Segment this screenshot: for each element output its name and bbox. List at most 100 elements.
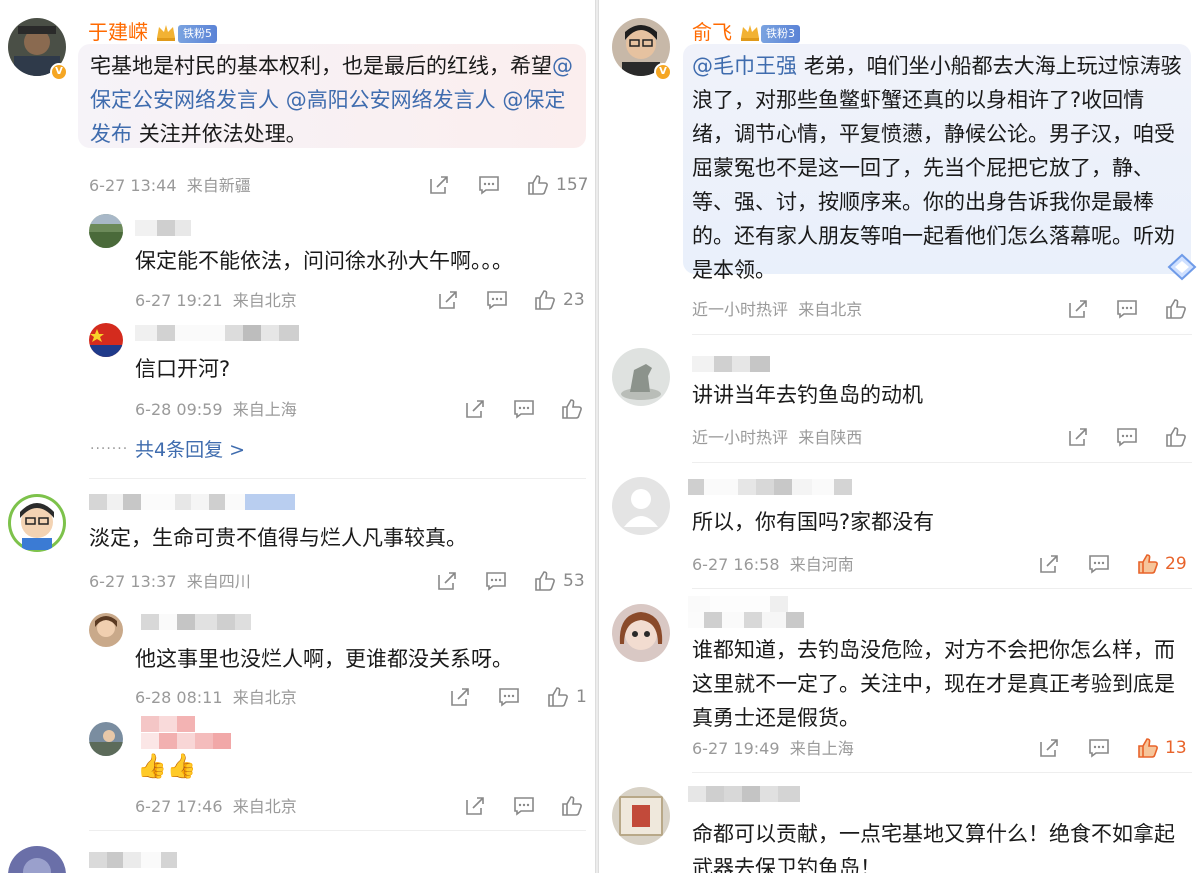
like-icon[interactable] [533, 288, 557, 312]
divider [692, 334, 1192, 335]
avatar[interactable] [8, 494, 66, 552]
timestamp: 6-27 13:44 [89, 176, 177, 195]
divider [692, 588, 1192, 589]
location: 来自四川 [186, 572, 251, 591]
comment-text-body: 关注并依法处理。 [138, 122, 307, 146]
comment-meta: 6-28 09:59 来自上海 [135, 400, 297, 420]
left-comment-panel: V 于建嵘 铁粉5 宅基地是村民的基本权利，也是最后的红线，希望@保定公安网络发… [0, 0, 596, 873]
timestamp: 6-27 19:21 [135, 291, 223, 310]
like-icon[interactable] [1136, 736, 1160, 760]
blurred-username [89, 852, 177, 868]
like-count: 157 [556, 175, 589, 195]
comment-icon[interactable] [1115, 297, 1139, 321]
comment-icon[interactable] [1087, 552, 1111, 576]
username[interactable]: 于建嵘 [88, 20, 148, 44]
comment-text: 淡定，生命可贵不值得与烂人凡事较真。 [89, 526, 467, 550]
avatar[interactable] [89, 323, 123, 357]
mention-link[interactable]: @毛巾王强 [692, 54, 797, 78]
comment-icon[interactable] [477, 173, 501, 197]
avatar[interactable] [89, 613, 123, 647]
avatar[interactable] [8, 846, 66, 873]
like-icon[interactable] [1164, 297, 1188, 321]
comment-text-body: 宅基地是村民的基本权利，也是最后的红线，希望 [90, 54, 552, 78]
timestamp: 6-28 09:59 [135, 400, 223, 419]
location: 来自北京 [232, 688, 297, 707]
avatar[interactable] [612, 604, 670, 662]
share-icon[interactable] [1066, 297, 1090, 321]
like-icon[interactable] [546, 685, 570, 709]
thumbs-up-emoji: 👍👍 [137, 752, 197, 780]
comment-icon[interactable] [512, 794, 536, 818]
like-icon[interactable] [560, 794, 584, 818]
like-icon[interactable] [1164, 425, 1188, 449]
like-count: 29 [1165, 554, 1187, 574]
comment-meta: 6-27 19:21 来自北京 [135, 291, 297, 311]
comment-text: 讲讲当年去钓鱼岛的动机 [692, 383, 923, 407]
fan-badge: 铁粉3 [761, 25, 800, 43]
avatar[interactable] [612, 348, 670, 406]
blurred-username [688, 786, 800, 802]
like-count: 23 [563, 290, 585, 310]
location: 来自上海 [789, 739, 854, 758]
fan-badge: 铁粉5 [178, 25, 217, 43]
comment-meta: 近一小时热评 来自陕西 [692, 428, 862, 448]
blurred-username [141, 614, 251, 630]
timestamp: 近一小时热评 [692, 428, 789, 447]
blurred-username [692, 356, 770, 372]
share-icon[interactable] [435, 569, 459, 593]
comment-icon[interactable] [512, 397, 536, 421]
comment-meta: 6-27 13:37 来自四川 [89, 572, 251, 592]
comment-meta: 6-27 19:49 来自上海 [692, 739, 854, 759]
blurred-username [688, 479, 852, 495]
blurred-username [135, 325, 299, 341]
location: 来自北京 [232, 291, 297, 310]
divider [89, 478, 586, 479]
username[interactable]: 俞飞 [692, 20, 732, 44]
avatar[interactable] [612, 477, 670, 535]
timestamp: 6-28 08:11 [135, 688, 223, 707]
comment-text-body: 老弟，咱们坐小船都去大海上玩过惊涛骇浪了，对那些鱼鳖虾蟹还真的以身相许了?收回情… [692, 54, 1182, 282]
comment-meta: 6-27 17:46 来自北京 [135, 797, 297, 817]
location: 来自陕西 [798, 428, 863, 447]
blurred-username [89, 494, 295, 510]
share-icon[interactable] [1066, 425, 1090, 449]
divider [692, 462, 1192, 463]
avatar[interactable] [89, 722, 123, 756]
comment-text: 谁都知道，去钓岛没危险，对方不会把你怎么样，而这里就不一定了。关注中，现在才是真… [692, 638, 1175, 730]
divider [692, 772, 1192, 773]
blurred-username [141, 733, 231, 749]
mention-link[interactable]: @高阳公安网络发言人 [286, 88, 496, 112]
share-icon[interactable] [463, 397, 487, 421]
share-icon[interactable] [448, 685, 472, 709]
location: 来自新疆 [186, 176, 251, 195]
share-icon[interactable] [1037, 736, 1061, 760]
timestamp: 6-27 17:46 [135, 797, 223, 816]
reply-text: 他这事里也没烂人啊，更谁都没关系呀。 [135, 647, 513, 671]
blurred-username [688, 596, 788, 612]
blurred-username [688, 612, 804, 628]
comment-text: @毛巾王强 老弟，咱们坐小船都去大海上玩过惊涛骇浪了，对那些鱼鳖虾蟹还真的以身相… [692, 49, 1184, 287]
avatar[interactable] [612, 787, 670, 845]
share-icon[interactable] [463, 794, 487, 818]
crown-icon [741, 25, 759, 41]
like-icon[interactable] [526, 173, 550, 197]
comment-icon[interactable] [1115, 425, 1139, 449]
blurred-username [141, 716, 195, 732]
comment-icon[interactable] [497, 685, 521, 709]
like-icon[interactable] [533, 569, 557, 593]
more-replies-link[interactable]: 共4条回复 > [135, 438, 245, 462]
share-icon[interactable] [427, 173, 451, 197]
comment-icon[interactable] [485, 288, 509, 312]
share-icon[interactable] [436, 288, 460, 312]
like-icon[interactable] [1136, 552, 1160, 576]
share-icon[interactable] [1037, 552, 1061, 576]
divider [89, 830, 586, 831]
comment-meta: 近一小时热评 来自北京 [692, 300, 862, 320]
avatar[interactable] [89, 214, 123, 248]
like-count: 1 [576, 687, 587, 707]
thread-dots: ······· [90, 441, 129, 457]
comment-text: 命都可以贡献，一点宅基地又算什么！绝食不如拿起武器去保卫钓鱼岛！ [692, 822, 1175, 873]
comment-icon[interactable] [1087, 736, 1111, 760]
comment-icon[interactable] [484, 569, 508, 593]
like-icon[interactable] [560, 397, 584, 421]
